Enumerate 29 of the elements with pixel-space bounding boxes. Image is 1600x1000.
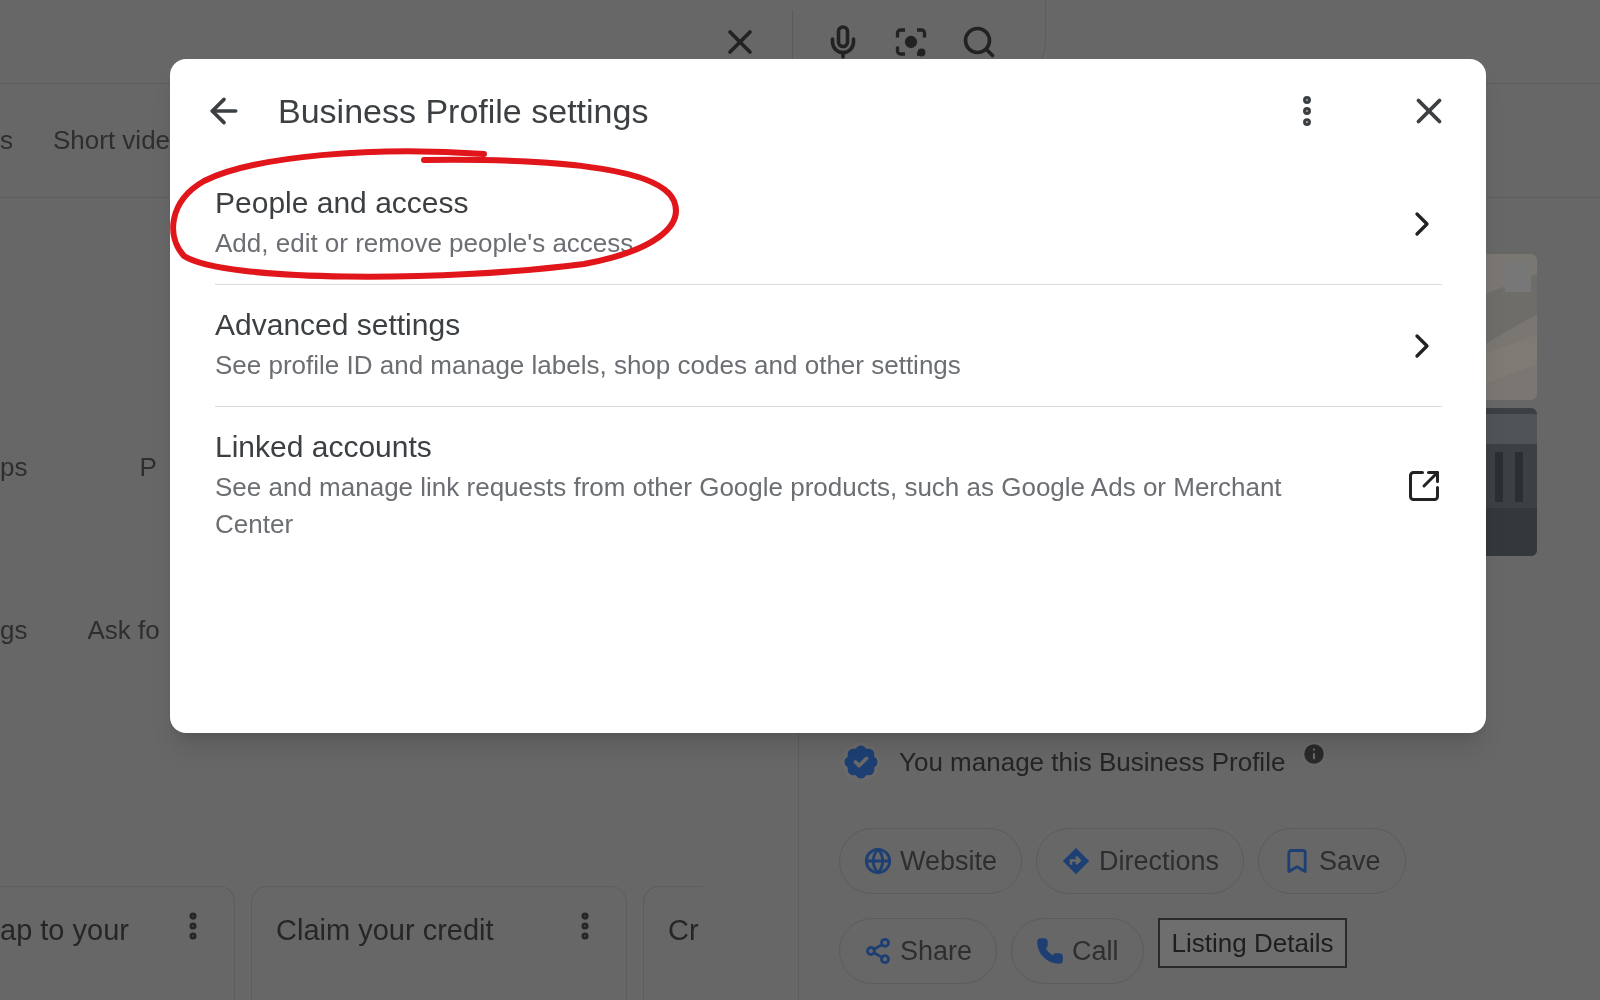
- card-title: Claim your credit: [276, 913, 494, 948]
- card-title: Cr: [668, 913, 699, 948]
- shortcut-label[interactable]: P: [139, 448, 157, 487]
- directions-icon: [1061, 846, 1092, 876]
- item-title: Linked accounts: [215, 429, 433, 465]
- settings-list-item[interactable]: Linked accounts See and manage link requests from other Google products, such as Google Ads or Merchant Center: [215, 407, 1442, 565]
- share-icon: [864, 937, 892, 965]
- shortcut-label[interactable]: Ask fo: [87, 611, 160, 650]
- suggestion-card[interactable]: Claim your credit: [251, 886, 627, 1000]
- settings-list-item[interactable]: Advanced settings See profile ID and manage labels, shop codes and other settings: [215, 285, 1442, 407]
- shortcut-label[interactable]: ps: [0, 448, 28, 487]
- shortcut-label[interactable]: gs: [0, 611, 28, 650]
- item-description: Add, edit or remove people's access: [215, 227, 635, 260]
- globe-icon: [864, 847, 892, 875]
- item-description: See profile ID and manage labels, shop codes and other settings: [215, 349, 962, 382]
- suggestion-card[interactable]: ap to your: [0, 886, 235, 1000]
- dialog-title: Business Profile settings: [278, 90, 650, 132]
- managed-profile-text: You manage this Business Profile: [899, 745, 1286, 779]
- suggestion-card[interactable]: Cr: [643, 886, 703, 1000]
- tab[interactable]: Short vide: [53, 121, 171, 160]
- phone-icon: [1036, 937, 1065, 965]
- external-link-icon: [1406, 468, 1442, 504]
- listing-details-button[interactable]: Listing Details: [1157, 918, 1348, 968]
- tab[interactable]: s: [0, 121, 13, 160]
- settings-list-item[interactable]: People and access Add, edit or remove people's access: [215, 163, 1442, 285]
- item-title: Advanced settings: [215, 307, 462, 343]
- item-description: See and manage link requests from other Google products, such as Google Ads or Merchant Center: [215, 471, 1283, 541]
- card-title: ap to your: [0, 913, 129, 948]
- item-title: People and access: [215, 185, 470, 221]
